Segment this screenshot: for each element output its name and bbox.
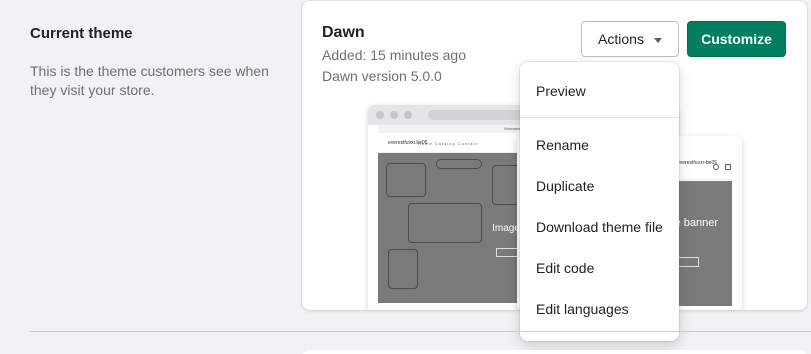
caret-down-icon <box>653 37 662 43</box>
section-title: Current theme <box>30 25 133 42</box>
menu-item-edit-code[interactable]: Edit code <box>520 247 679 288</box>
actions-dropdown-menu: Preview Rename Duplicate Download theme … <box>520 62 679 341</box>
mobile-preview-store-name: everestfuvxr-be05 <box>677 160 718 166</box>
next-section-card <box>302 350 807 354</box>
glasses-doodle-icon <box>388 249 418 289</box>
menu-divider <box>520 117 679 118</box>
menu-item-download-theme-file[interactable]: Download theme file <box>520 206 679 247</box>
watch-doodle-icon <box>436 159 482 169</box>
menu-item-preview[interactable]: Preview <box>520 70 679 111</box>
search-icon <box>713 164 719 170</box>
section-description: This is the theme customers see when the… <box>30 63 269 98</box>
theme-name: Dawn <box>322 24 365 41</box>
window-dot-icon <box>390 111 398 119</box>
theme-version: Dawn version 5.0.0 <box>322 68 442 84</box>
menu-item-duplicate[interactable]: Duplicate <box>520 165 679 206</box>
preview-nav: Home Catalog Contact <box>418 141 479 146</box>
mobile-shop-button <box>677 257 699 267</box>
window-dot-icon <box>376 111 384 119</box>
actions-button-label: Actions <box>598 31 644 47</box>
actions-button[interactable]: Actions <box>581 21 679 57</box>
window-dot-icon <box>404 111 412 119</box>
section-divider <box>30 331 811 332</box>
cart-icon <box>725 164 731 170</box>
theme-added-time: Added: 15 minutes ago <box>322 47 466 63</box>
customize-button[interactable]: Customize <box>687 21 786 57</box>
menu-item-rename[interactable]: Rename <box>520 124 679 165</box>
camera-doodle-icon <box>386 163 426 197</box>
bottle-doodle-icon <box>492 165 520 205</box>
section-info: Current theme This is the theme customer… <box>30 24 280 100</box>
menu-item-edit-languages[interactable]: Edit languages <box>520 288 679 329</box>
